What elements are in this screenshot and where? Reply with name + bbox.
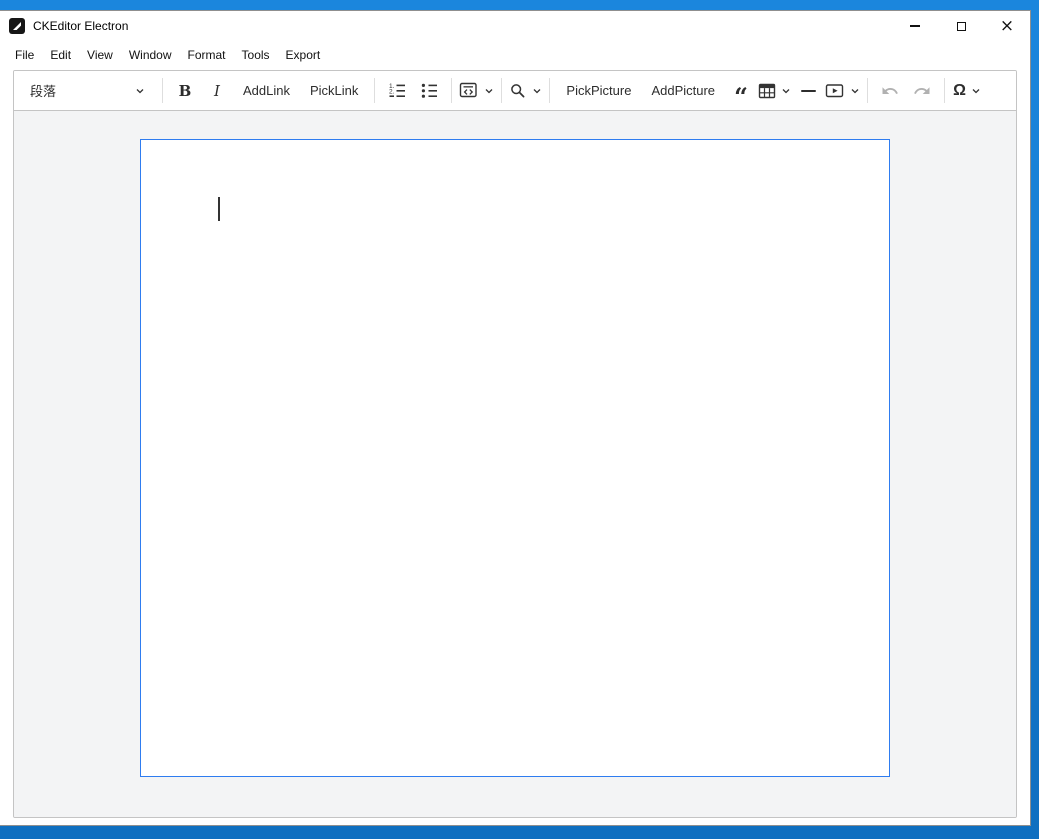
close-icon: × <box>1000 18 1014 35</box>
add-picture-button[interactable]: AddPicture <box>642 75 724 107</box>
close-button[interactable]: × <box>984 11 1030 41</box>
editor-canvas <box>14 111 1016 817</box>
toolbar-separator <box>501 78 502 103</box>
block-quote-button[interactable]: “ <box>726 75 756 107</box>
bulleted-list-button[interactable] <box>414 75 444 107</box>
code-block-icon <box>459 81 479 100</box>
menu-bar: File Edit View Window Format Tools Expor… <box>0 41 1030 68</box>
text-caret <box>218 197 220 221</box>
toolbar-separator <box>374 78 375 103</box>
chevron-down-icon <box>971 86 981 96</box>
insert-table-dropdown[interactable] <box>758 75 791 107</box>
title-bar: CKEditor Electron × <box>0 11 1030 41</box>
bulleted-list-icon <box>420 81 439 100</box>
media-embed-icon <box>825 82 845 100</box>
special-characters-icon: Ω <box>953 82 966 100</box>
numbered-list-icon: 1. 2. <box>388 81 407 100</box>
app-icon-glyph <box>13 22 21 30</box>
special-characters-dropdown[interactable]: Ω <box>952 75 982 107</box>
block-quote-icon: “ <box>734 92 748 102</box>
chevron-down-icon <box>484 86 494 96</box>
find-and-replace-dropdown[interactable] <box>509 75 542 107</box>
redo-icon <box>913 82 931 100</box>
pick-link-button[interactable]: PickLink <box>301 75 367 107</box>
pick-picture-button[interactable]: PickPicture <box>557 75 640 107</box>
add-link-button[interactable]: AddLink <box>234 75 299 107</box>
find-and-replace-icon <box>509 82 527 100</box>
minimize-icon <box>910 25 920 27</box>
media-embed-dropdown[interactable] <box>825 75 860 107</box>
toolbar-separator <box>451 78 452 103</box>
svg-text:2.: 2. <box>389 88 395 95</box>
menu-item-edit[interactable]: Edit <box>42 43 79 67</box>
undo-button[interactable] <box>875 75 905 107</box>
menu-item-export[interactable]: Export <box>278 43 329 67</box>
menu-item-tools[interactable]: Tools <box>234 43 278 67</box>
italic-button[interactable]: I <box>202 75 232 107</box>
menu-item-format[interactable]: Format <box>180 43 234 67</box>
editor-content[interactable] <box>140 139 890 777</box>
undo-icon <box>881 82 899 100</box>
editor-toolbar: 段落 B I AddLink PickLink 1. 2. <box>14 71 1016 111</box>
window-controls: × <box>892 11 1030 41</box>
heading-dropdown[interactable]: 段落 <box>21 74 154 108</box>
chevron-down-icon <box>532 86 542 96</box>
app-icon <box>9 18 25 34</box>
editor-widget: 段落 B I AddLink PickLink 1. 2. <box>13 70 1017 818</box>
horizontal-line-button[interactable] <box>793 75 823 107</box>
heading-dropdown-label: 段落 <box>30 81 56 100</box>
code-block-dropdown[interactable] <box>459 75 494 107</box>
toolbar-separator <box>944 78 945 103</box>
numbered-list-button[interactable]: 1. 2. <box>382 75 412 107</box>
redo-button[interactable] <box>907 75 937 107</box>
maximize-button[interactable] <box>938 11 984 41</box>
chevron-down-icon <box>781 86 791 96</box>
insert-table-icon <box>758 82 776 100</box>
menu-item-window[interactable]: Window <box>121 43 180 67</box>
italic-icon: I <box>214 82 220 100</box>
app-window: CKEditor Electron × File Edit View Windo… <box>0 10 1031 826</box>
horizontal-line-icon <box>801 90 816 92</box>
toolbar-separator <box>162 78 163 103</box>
bold-icon: B <box>179 82 192 100</box>
maximize-icon <box>957 22 966 31</box>
chevron-down-icon <box>850 86 860 96</box>
toolbar-separator <box>549 78 550 103</box>
menu-item-view[interactable]: View <box>79 43 121 67</box>
toolbar-separator <box>867 78 868 103</box>
chevron-down-icon <box>135 86 145 96</box>
bold-button[interactable]: B <box>170 75 200 107</box>
minimize-button[interactable] <box>892 11 938 41</box>
menu-item-file[interactable]: File <box>7 43 42 67</box>
window-title: CKEditor Electron <box>33 19 128 33</box>
